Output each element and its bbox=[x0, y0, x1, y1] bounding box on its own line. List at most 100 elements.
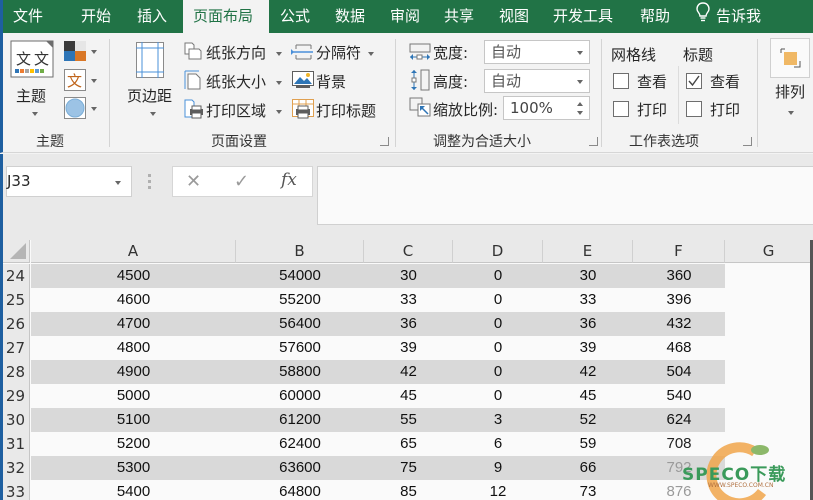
print-area-button[interactable]: 打印区域 bbox=[206, 100, 266, 121]
formula-input[interactable] bbox=[317, 166, 813, 225]
column-header-g[interactable]: G bbox=[725, 240, 813, 263]
gridlines-print-checkbox[interactable] bbox=[613, 101, 629, 117]
cell-e31[interactable]: 59 bbox=[543, 432, 633, 456]
cancel-icon[interactable]: ✕ bbox=[186, 171, 201, 192]
cell-d25[interactable]: 0 bbox=[453, 288, 543, 312]
cell-b33[interactable]: 64800 bbox=[236, 480, 364, 500]
select-all-button[interactable] bbox=[3, 240, 30, 263]
paper-size-button[interactable]: 纸张大小 bbox=[206, 71, 266, 92]
cell-f24[interactable]: 360 bbox=[633, 264, 725, 288]
breaks-button[interactable]: 分隔符 bbox=[316, 42, 361, 63]
cell-a25[interactable]: 4600 bbox=[31, 288, 236, 312]
column-header-b[interactable]: B bbox=[236, 240, 364, 263]
cell-a31[interactable]: 5200 bbox=[31, 432, 236, 456]
cell-g30[interactable] bbox=[725, 408, 813, 432]
arrange-button[interactable] bbox=[770, 38, 810, 78]
print-titles-button[interactable]: 打印标题 bbox=[316, 100, 376, 121]
cell-a28[interactable]: 4900 bbox=[31, 360, 236, 384]
cell-c25[interactable]: 33 bbox=[364, 288, 453, 312]
column-header-d[interactable]: D bbox=[453, 240, 543, 263]
cell-f30[interactable]: 624 bbox=[633, 408, 725, 432]
theme-colors-icon[interactable] bbox=[64, 41, 86, 61]
cell-b29[interactable]: 60000 bbox=[236, 384, 364, 408]
tab-page-layout[interactable]: 页面布局 bbox=[183, 0, 269, 33]
column-header-e[interactable]: E bbox=[543, 240, 633, 263]
cell-c31[interactable]: 65 bbox=[364, 432, 453, 456]
cell-a24[interactable]: 4500 bbox=[31, 264, 236, 288]
theme-fonts-icon[interactable]: 文 bbox=[64, 69, 86, 91]
cell-b32[interactable]: 63600 bbox=[236, 456, 364, 480]
cell-e33[interactable]: 73 bbox=[543, 480, 633, 500]
row-header[interactable]: 29 bbox=[3, 384, 30, 408]
headings-view-checkbox[interactable] bbox=[686, 73, 702, 89]
cell-e27[interactable]: 39 bbox=[543, 336, 633, 360]
tab-insert[interactable]: 插入 bbox=[137, 0, 167, 33]
headings-print-checkbox[interactable] bbox=[686, 101, 702, 117]
page-setup-dialog-launcher-icon[interactable] bbox=[380, 137, 389, 146]
cell-f29[interactable]: 540 bbox=[633, 384, 725, 408]
cell-g25[interactable] bbox=[725, 288, 813, 312]
tab-share[interactable]: 共享 bbox=[444, 0, 474, 33]
tab-review[interactable]: 审阅 bbox=[390, 0, 420, 33]
tab-help[interactable]: 帮助 bbox=[640, 0, 670, 33]
cell-b26[interactable]: 56400 bbox=[236, 312, 364, 336]
row-header[interactable]: 26 bbox=[3, 312, 30, 336]
cell-d26[interactable]: 0 bbox=[453, 312, 543, 336]
cell-d32[interactable]: 9 bbox=[453, 456, 543, 480]
name-box[interactable]: J33 bbox=[6, 166, 132, 197]
cell-b24[interactable]: 54000 bbox=[236, 264, 364, 288]
cell-c30[interactable]: 55 bbox=[364, 408, 453, 432]
cell-b31[interactable]: 62400 bbox=[236, 432, 364, 456]
cell-e29[interactable]: 45 bbox=[543, 384, 633, 408]
cell-e24[interactable]: 30 bbox=[543, 264, 633, 288]
row-header[interactable]: 28 bbox=[3, 360, 30, 384]
cell-a29[interactable]: 5000 bbox=[31, 384, 236, 408]
cell-b30[interactable]: 61200 bbox=[236, 408, 364, 432]
cell-a30[interactable]: 5100 bbox=[31, 408, 236, 432]
height-dropdown[interactable]: 自动 bbox=[484, 69, 590, 93]
tab-file[interactable]: 文件 bbox=[13, 0, 43, 33]
cell-g28[interactable] bbox=[725, 360, 813, 384]
cell-g26[interactable] bbox=[725, 312, 813, 336]
cell-d29[interactable]: 0 bbox=[453, 384, 543, 408]
tab-tell-me[interactable]: 告诉我 bbox=[696, 0, 761, 33]
row-header[interactable]: 31 bbox=[3, 432, 30, 456]
cell-c29[interactable]: 45 bbox=[364, 384, 453, 408]
row-header[interactable]: 27 bbox=[3, 336, 30, 360]
cell-c28[interactable]: 42 bbox=[364, 360, 453, 384]
enter-icon[interactable]: ✓ bbox=[234, 171, 249, 192]
tab-view[interactable]: 视图 bbox=[499, 0, 529, 33]
width-dropdown[interactable]: 自动 bbox=[484, 40, 590, 64]
cell-e25[interactable]: 33 bbox=[543, 288, 633, 312]
cell-a33[interactable]: 5400 bbox=[31, 480, 236, 500]
margins-icon[interactable] bbox=[136, 42, 164, 78]
cell-d27[interactable]: 0 bbox=[453, 336, 543, 360]
margins-button[interactable]: 页边距 bbox=[127, 85, 172, 106]
formula-bar-resize-handle[interactable] bbox=[148, 174, 151, 190]
cell-d31[interactable]: 6 bbox=[453, 432, 543, 456]
cell-e30[interactable]: 52 bbox=[543, 408, 633, 432]
cell-f28[interactable]: 504 bbox=[633, 360, 725, 384]
cell-g29[interactable] bbox=[725, 384, 813, 408]
cell-e32[interactable]: 66 bbox=[543, 456, 633, 480]
row-header[interactable]: 24 bbox=[3, 264, 30, 288]
cell-d33[interactable]: 12 bbox=[453, 480, 543, 500]
spin-up-icon[interactable] bbox=[577, 102, 583, 106]
tab-home[interactable]: 开始 bbox=[81, 0, 111, 33]
cell-f27[interactable]: 468 bbox=[633, 336, 725, 360]
cell-c26[interactable]: 36 bbox=[364, 312, 453, 336]
cell-g27[interactable] bbox=[725, 336, 813, 360]
theme-effects-icon[interactable] bbox=[64, 97, 86, 119]
cell-g24[interactable] bbox=[725, 264, 813, 288]
cell-d30[interactable]: 3 bbox=[453, 408, 543, 432]
background-button[interactable]: 背景 bbox=[316, 71, 346, 92]
tab-data[interactable]: 数据 bbox=[335, 0, 365, 33]
themes-button[interactable]: 文 文 bbox=[10, 40, 54, 78]
cell-c24[interactable]: 30 bbox=[364, 264, 453, 288]
tab-developer[interactable]: 开发工具 bbox=[553, 0, 613, 33]
cell-a27[interactable]: 4800 bbox=[31, 336, 236, 360]
column-header-a[interactable]: A bbox=[31, 240, 236, 263]
cell-d28[interactable]: 0 bbox=[453, 360, 543, 384]
row-header[interactable]: 32 bbox=[3, 456, 30, 480]
row-header[interactable]: 30 bbox=[3, 408, 30, 432]
